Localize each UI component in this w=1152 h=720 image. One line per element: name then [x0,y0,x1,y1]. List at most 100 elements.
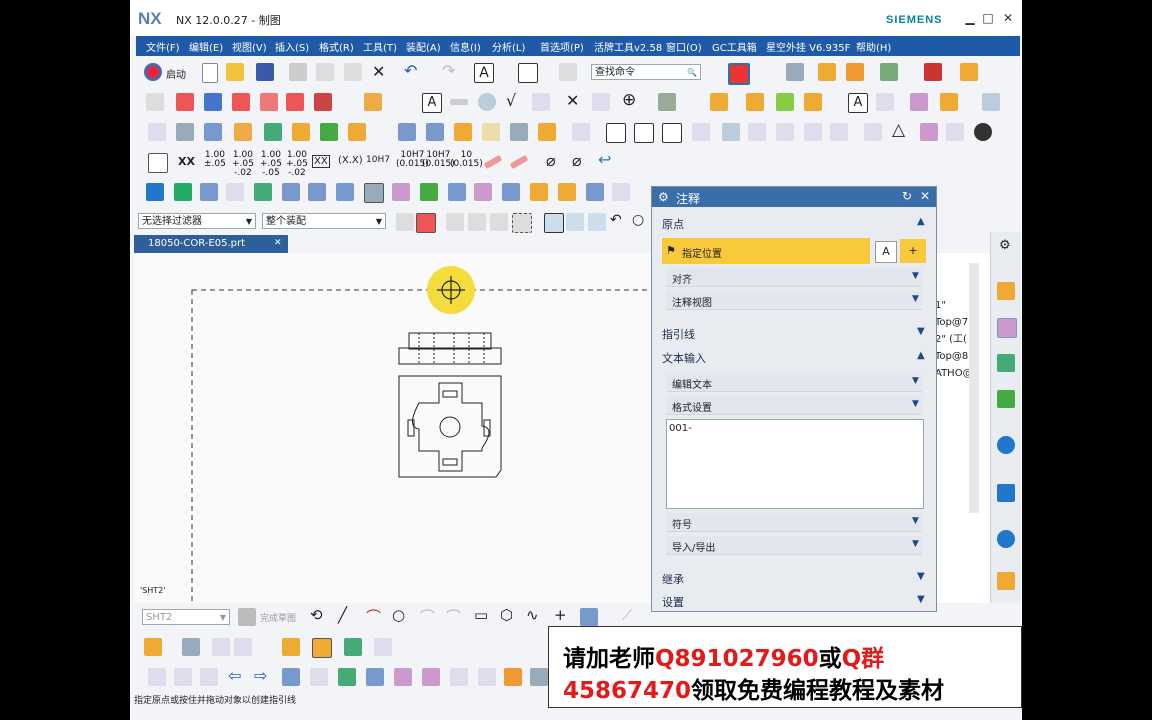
minimize-button[interactable]: ▁ [962,10,978,26]
part-icon[interactable] [910,93,928,111]
close-button[interactable]: ✕ [1000,10,1016,26]
specify-location-row[interactable]: ⚑ 指定位置 [662,238,870,264]
tolerance-3-icon[interactable]: 1.00 +.05 -.05 [260,151,282,178]
leader-icon[interactable] [450,99,468,105]
sheet-dropdown[interactable]: SHT2 ▼ [142,609,230,625]
dialog-close-icon[interactable]: ✕ [920,189,930,203]
frame-icon[interactable] [606,123,626,143]
arc-icon[interactable]: ⌒ [366,606,381,627]
fit-10-icon[interactable]: 10 (0.015) [450,151,483,169]
select-color-icon[interactable] [416,213,436,233]
start-label[interactable]: 启动 [166,66,186,81]
cut-icon[interactable] [289,63,307,81]
zone-icon[interactable] [662,123,682,143]
constraint-icon[interactable] [474,183,492,201]
arrow-icon[interactable] [946,123,964,141]
layout-icon[interactable] [310,668,328,686]
menu-preferences[interactable]: 首选项(P) [540,39,584,54]
chevron-down-icon[interactable]: ▼ [917,326,925,337]
chevron-down-icon[interactable]: ▼ [917,594,925,605]
endpoint-icon[interactable] [544,213,564,233]
finish-sketch-label[interactable]: 完成草图 [260,611,296,624]
history-icon[interactable] [997,484,1015,502]
border-icon[interactable] [634,123,654,143]
hatch-icon[interactable] [692,123,710,141]
table-row-icon[interactable] [426,123,444,141]
point-icon[interactable]: + [554,606,567,624]
leader-section[interactable]: 指引线 [662,326,695,342]
check-icon[interactable]: √ [506,91,516,110]
object-icon[interactable] [234,123,252,141]
xx-tolerance-icon[interactable]: XX [178,155,195,168]
null-icon[interactable]: ⌀ [572,151,582,170]
menu-assembly[interactable]: 装配(A) [406,39,441,54]
rectangle-sketch-icon[interactable]: ▭ [474,606,488,624]
menu-edit[interactable]: 编辑(E) [189,39,223,54]
drafting-tools-icon[interactable] [144,638,162,656]
text-input-section[interactable]: 文本输入 [662,350,706,366]
move-icon[interactable] [338,668,356,686]
chamfer-icon[interactable]: ⌒ [446,606,461,627]
cluster-icon[interactable] [374,638,392,656]
reuse-library-icon[interactable] [997,390,1015,408]
snap-grid-icon[interactable] [364,183,384,203]
maximize-button[interactable]: □ [980,10,996,26]
surface-icon[interactable] [776,93,794,111]
delete-icon[interactable]: ✕ [372,62,385,81]
book-icon[interactable] [200,183,218,201]
rectangle-icon[interactable] [518,63,538,83]
sphere-icon[interactable] [974,123,992,141]
trim-icon[interactable]: ⟋ [622,606,633,624]
table-icon[interactable] [982,93,1000,111]
fit-10h7-icon[interactable]: 10H7 [366,155,390,165]
polygon-icon[interactable]: ⬡ [500,606,513,624]
role-icon[interactable] [997,572,1015,590]
dimension-10h7-icon[interactable] [748,123,766,141]
scope-icon[interactable] [450,668,468,686]
diameter-icon[interactable]: ⌀ [546,151,556,170]
marker-icon[interactable] [509,154,529,170]
note-text-area[interactable]: 001- [666,419,924,509]
route-icon[interactable] [448,183,466,201]
menu-analysis[interactable]: 分析(L) [492,39,525,54]
undo-icon[interactable]: ↶ [404,61,417,80]
assembly-navigator-icon[interactable] [997,282,1015,300]
curve-icon[interactable] [558,183,576,201]
snap-point-icon[interactable] [446,213,464,231]
select-all-icon[interactable] [490,213,508,231]
axis-icon[interactable] [572,123,590,141]
color-table-icon[interactable] [920,123,938,141]
open-folder-icon[interactable] [226,63,244,81]
symbol-subsection[interactable]: 符号 ▼ [666,513,922,532]
section-icon[interactable] [880,63,898,81]
triangle-icon[interactable]: △ [892,120,905,140]
command-search-input[interactable]: 查找命令 🔍 [591,64,701,80]
constraint-navigator-icon[interactable] [997,318,1017,338]
select-icon[interactable] [396,213,414,231]
tolerance-2-icon[interactable]: 1.00 +.05 -.02 [232,151,254,178]
tolerance-1-icon[interactable]: 1.00 ±.05 [204,151,226,169]
line-snap-icon[interactable] [588,213,606,231]
link-icon[interactable] [308,183,326,201]
coordinate-icon[interactable] [148,123,166,141]
menu-format[interactable]: 格式(R) [319,39,354,54]
note-icon[interactable]: A [422,93,442,113]
pen-icon[interactable] [234,638,252,656]
assembly-scope-dropdown[interactable]: 整个装配 ▼ [262,213,386,229]
pencil-icon[interactable] [483,154,503,170]
weld-icon[interactable] [746,93,764,111]
menu-view[interactable]: 视图(V) [232,39,267,54]
cube-icon[interactable] [422,668,440,686]
align-subsection[interactable]: 对齐 ▼ [666,268,922,287]
dimension-frame-icon[interactable] [148,153,168,173]
return-icon[interactable]: ↩ [598,150,611,169]
redo-icon[interactable]: ↷ [442,61,455,80]
menu-window[interactable]: 窗口(O) [666,39,702,54]
target-icon[interactable]: ⊕ [622,90,636,110]
midpoint-icon[interactable] [566,213,584,231]
menu-plugin-tools[interactable]: 活牌工具v2.58 [594,39,662,54]
ruler-tool-icon[interactable] [148,668,166,686]
profile-icon[interactable]: ⟲ [310,606,323,624]
clock-icon[interactable] [997,530,1015,548]
break-view-icon[interactable] [286,93,304,111]
